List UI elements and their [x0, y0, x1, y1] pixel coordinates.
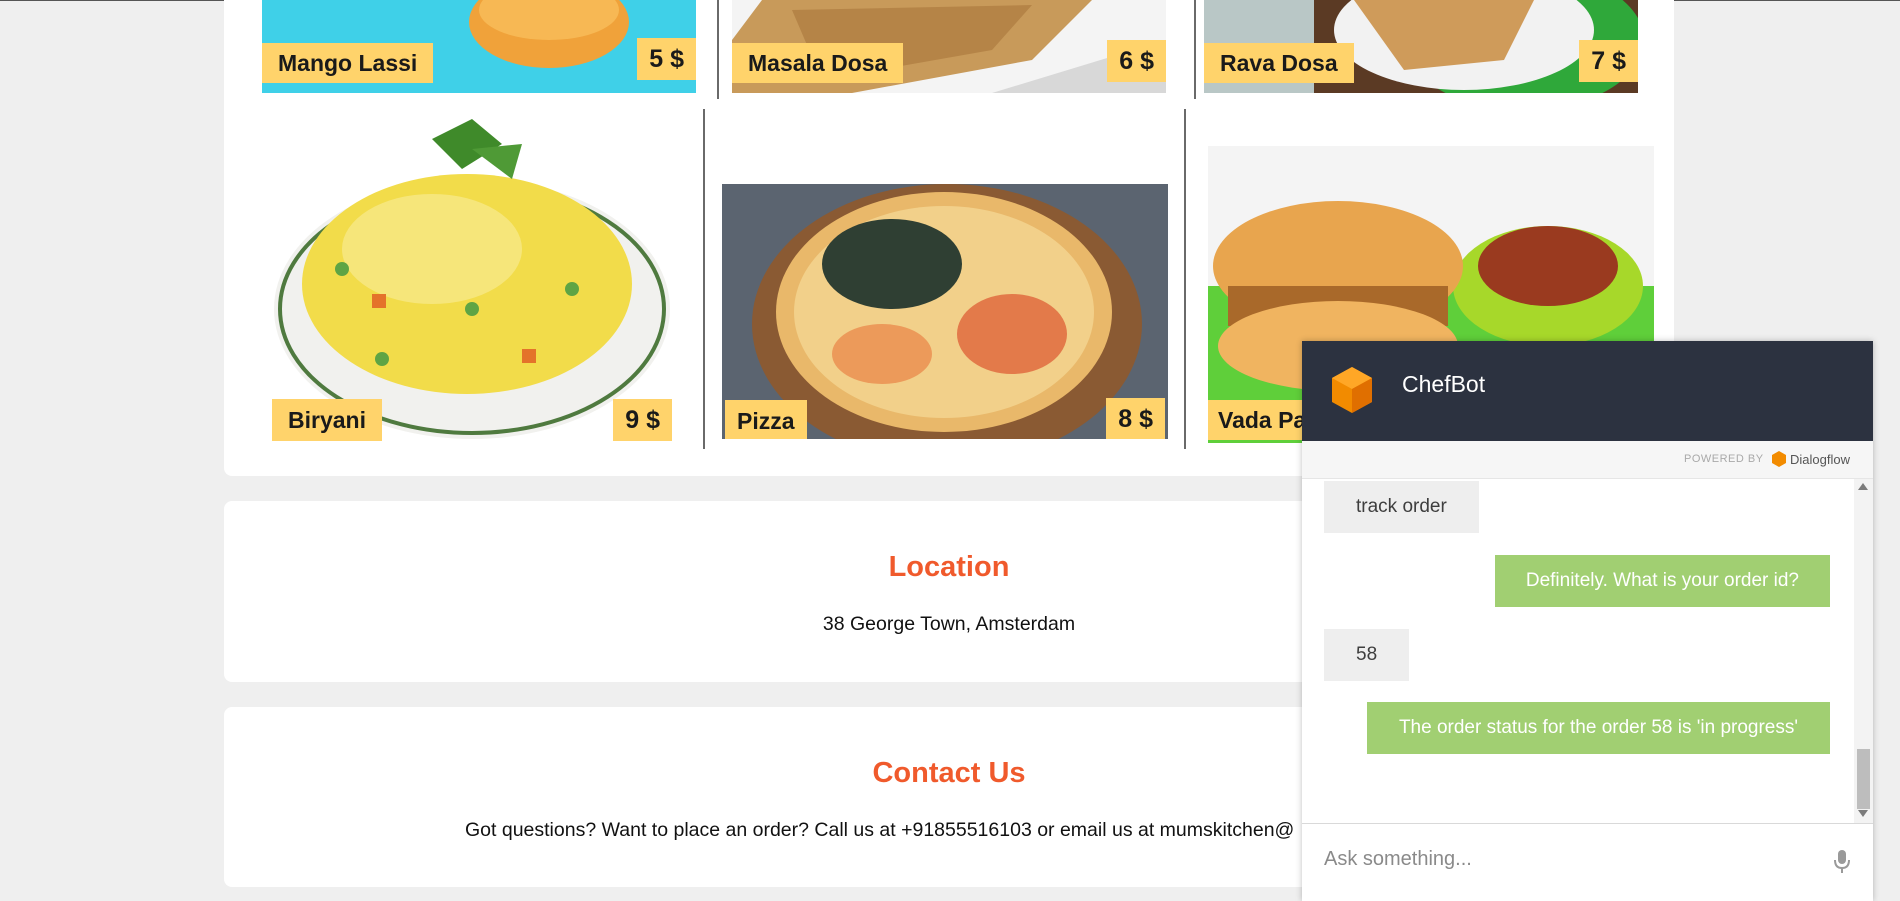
menu-separator	[717, 0, 719, 99]
menu-item-name: Pizza	[725, 400, 807, 439]
scroll-up-arrow-icon[interactable]	[1858, 483, 1868, 490]
scroll-down-arrow-icon[interactable]	[1858, 810, 1868, 817]
user-message: 58	[1324, 629, 1410, 681]
bot-message: Definitely. What is your order id?	[1494, 555, 1830, 607]
chat-input[interactable]	[1324, 838, 1804, 880]
biryani-image	[272, 109, 672, 442]
menu-item-price: 5 $	[637, 38, 696, 80]
chat-messages[interactable]: track order Definitely. What is your ord…	[1302, 479, 1854, 823]
powered-by-bar: POWERED BY Dialogflow	[1302, 441, 1873, 479]
menu-item-price: 8 $	[1106, 398, 1165, 439]
menu-item-biryani[interactable]: Biryani 9 $	[272, 109, 672, 442]
chat-input-row	[1302, 823, 1873, 901]
menu-item-price: 7 $	[1579, 40, 1638, 82]
microphone-icon[interactable]	[1832, 848, 1852, 876]
menu-item-rava-dosa[interactable]: Rava Dosa 7 $	[1204, 0, 1638, 93]
menu-separator	[703, 109, 705, 449]
chatbot-widget: ChefBot POWERED BY Dialogflow track orde…	[1302, 341, 1873, 901]
dialogflow-brand: Dialogflow	[1790, 452, 1850, 467]
dialogflow-small-icon	[1772, 451, 1786, 467]
menu-item-price: 9 $	[613, 399, 672, 441]
menu-separator	[1184, 109, 1186, 449]
scrollbar-thumb[interactable]	[1857, 749, 1870, 809]
menu-item-mango-lassi[interactable]: Mango Lassi 5 $	[262, 0, 696, 93]
menu-item-name: Masala Dosa	[732, 43, 904, 83]
contact-text: Got questions? Want to place an order? C…	[465, 819, 1295, 841]
menu-item-pizza[interactable]: Pizza 8 $	[722, 184, 1168, 439]
powered-by-label: POWERED BY	[1684, 453, 1764, 465]
menu-item-price: 6 $	[1107, 40, 1166, 82]
chatbot-title: ChefBot	[1402, 371, 1486, 397]
user-message: track order	[1324, 481, 1479, 533]
chatbot-header[interactable]: ChefBot	[1302, 341, 1873, 441]
menu-item-name: Vada Pa	[1208, 400, 1317, 440]
menu-item-name: Mango Lassi	[262, 43, 434, 83]
menu-item-name: Biryani	[272, 399, 382, 441]
menu-item-masala-dosa[interactable]: Masala Dosa 6 $	[732, 0, 1166, 93]
chat-scrollbar[interactable]	[1854, 479, 1873, 823]
bot-message: The order status for the order 58 is 'in…	[1366, 702, 1830, 754]
menu-item-name: Rava Dosa	[1204, 43, 1354, 83]
menu-separator	[1194, 0, 1196, 99]
dialogflow-logo-icon	[1332, 367, 1372, 413]
